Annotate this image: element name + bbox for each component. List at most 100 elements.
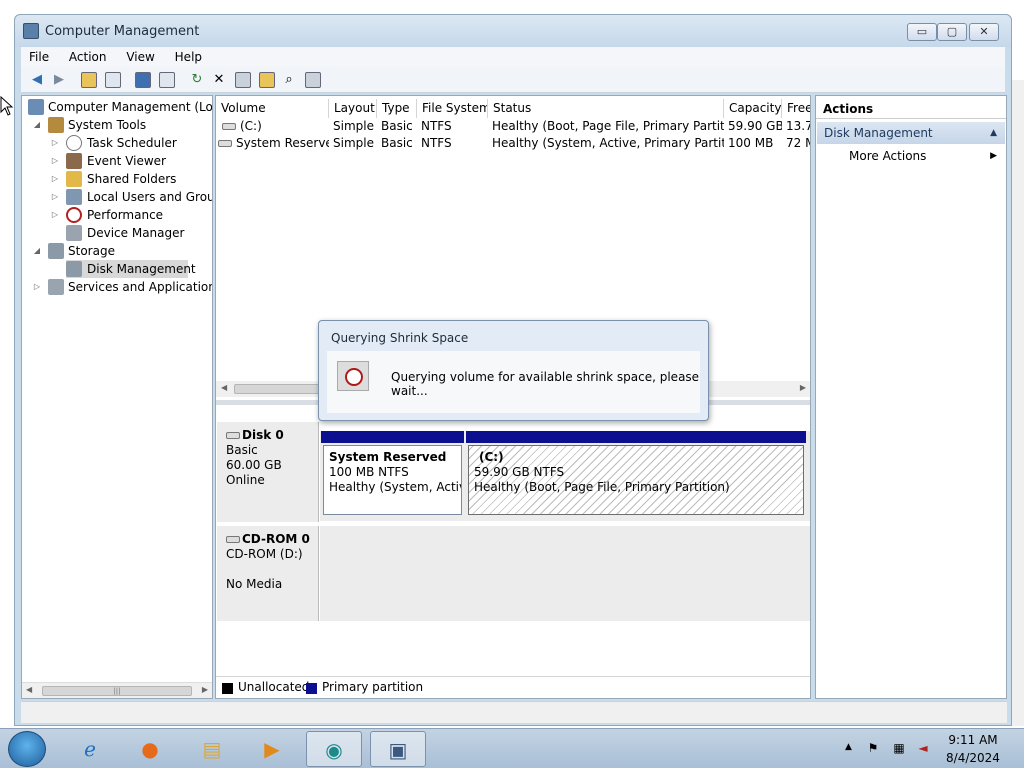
column-header-status[interactable]: Status — [488, 99, 724, 118]
start-button[interactable] — [8, 731, 46, 767]
storage-icon — [48, 243, 64, 259]
tree-item-device-manager[interactable]: Device Manager — [24, 224, 212, 242]
column-header-capacity[interactable]: Capacity — [724, 99, 782, 118]
column-header-free[interactable]: Free — [782, 99, 810, 118]
expand-toggle-icon[interactable]: ▷ — [50, 206, 60, 224]
tree-item-storage[interactable]: ◢ Storage — [24, 242, 212, 260]
column-header-volume[interactable]: Volume — [216, 99, 329, 118]
tree-item-label: Task Scheduler — [87, 136, 177, 150]
table-row[interactable]: System Reserved Simple Basic NTFS Health… — [216, 135, 810, 152]
tree-item-task-scheduler[interactable]: ▷ Task Scheduler — [24, 134, 212, 152]
disk-size: 60.00 GB — [226, 458, 282, 472]
open-icon[interactable] — [257, 70, 277, 90]
collapse-toggle-icon[interactable]: ◢ — [32, 242, 42, 260]
menu-file[interactable]: File — [21, 47, 57, 67]
tree-horizontal-scrollbar[interactable]: ◀ ||| ▶ — [22, 682, 212, 698]
status-bar — [21, 701, 1007, 723]
title-bar[interactable]: Computer Management ▭ ▢ ✕ — [15, 15, 1011, 47]
partition-status: Healthy (System, Active, — [329, 480, 461, 494]
search-icon[interactable]: ⌕ — [279, 70, 299, 90]
media-player-icon[interactable]: ▶ — [244, 731, 300, 767]
maximize-button[interactable]: ▢ — [937, 23, 967, 41]
tree-item-disk-management[interactable]: Disk Management — [66, 260, 196, 278]
minimize-button[interactable]: ▭ — [907, 23, 937, 41]
computer-management-icon[interactable]: ▣ — [370, 731, 426, 767]
file-system-cell: NTFS — [421, 119, 452, 133]
partition-name: System Reserved — [329, 450, 447, 464]
column-header-layout[interactable]: Layout — [329, 99, 377, 118]
expand-toggle-icon[interactable]: ▷ — [50, 170, 60, 188]
firefox-icon[interactable]: ● — [122, 731, 178, 767]
partition-c-drive[interactable]: (C:) 59.90 GB NTFS Healthy (Boot, Page F… — [468, 445, 804, 515]
partition-color-bar — [321, 431, 464, 443]
volume-muted-icon[interactable]: ◄ — [916, 741, 930, 755]
scroll-left-icon[interactable]: ◀ — [26, 685, 32, 694]
properties-icon[interactable] — [233, 70, 253, 90]
up-folder-icon[interactable] — [79, 70, 99, 90]
clock-time[interactable]: 9:11 AM — [938, 733, 1008, 747]
tree-item-services-applications[interactable]: ▷ Services and Applications — [24, 278, 212, 296]
scroll-right-icon[interactable]: ▶ — [800, 383, 806, 392]
show-hide-tree-icon[interactable] — [103, 70, 123, 90]
disk-state: Online — [226, 473, 265, 487]
scroll-right-icon[interactable]: ▶ — [202, 685, 208, 694]
properties-view-icon[interactable] — [157, 70, 177, 90]
computer-management-app-icon — [23, 23, 39, 39]
actions-section-label: Disk Management — [824, 126, 933, 140]
show-hidden-icons-icon[interactable]: ▲ — [845, 742, 852, 752]
disk-type: CD-ROM (D:) — [226, 547, 303, 561]
performance-icon — [66, 207, 82, 223]
partition-system-reserved[interactable]: System Reserved 100 MB NTFS Healthy (Sys… — [323, 445, 462, 515]
clock-date[interactable]: 8/4/2024 — [938, 751, 1008, 765]
tree-item-performance[interactable]: ▷ Performance — [24, 206, 212, 224]
toolbar: ◀ ▶ ↻ ✕ ⌕ — [21, 67, 1005, 93]
cdrom-0-label[interactable]: CD-ROM 0 CD-ROM (D:) No Media — [217, 526, 319, 621]
expand-toggle-icon[interactable]: ▷ — [32, 278, 42, 296]
help-icon[interactable] — [133, 70, 153, 90]
tree-item-computer-management[interactable]: Computer Management (Local — [24, 98, 213, 116]
internet-explorer-icon[interactable]: ℯ — [62, 731, 118, 767]
app-icon[interactable]: ◉ — [306, 731, 362, 767]
column-header-file-system[interactable]: File System — [417, 99, 488, 118]
actions-section-disk-management[interactable]: Disk Management ▲ — [817, 122, 1005, 144]
tree-item-shared-folders[interactable]: ▷ Shared Folders — [24, 170, 212, 188]
expand-toggle-icon[interactable]: ▷ — [50, 152, 60, 170]
disk-state: No Media — [226, 577, 283, 591]
back-arrow-icon[interactable]: ◀ — [27, 70, 47, 90]
file-explorer-icon[interactable]: ▤ — [184, 731, 240, 767]
partition-size: 100 MB NTFS — [329, 465, 409, 479]
scroll-left-icon[interactable]: ◀ — [221, 383, 227, 392]
close-button[interactable]: ✕ — [969, 23, 999, 41]
menu-view[interactable]: View — [118, 47, 162, 67]
disk-icon — [226, 432, 240, 439]
network-icon[interactable]: ▦ — [892, 741, 906, 755]
free-cell: 72 M — [786, 136, 810, 150]
actions-header: Actions — [816, 99, 1006, 119]
action-center-flag-icon[interactable]: ⚑ — [866, 741, 880, 755]
unallocated-swatch — [222, 683, 233, 694]
collapse-arrow-icon[interactable]: ▲ — [990, 122, 997, 144]
more-actions-item[interactable]: More Actions ▶ — [817, 146, 1005, 166]
clock-icon — [66, 135, 82, 151]
scrollbar-thumb[interactable] — [234, 384, 320, 394]
expand-toggle-icon[interactable]: ▷ — [50, 188, 60, 206]
rescan-icon[interactable] — [303, 70, 323, 90]
scrollbar-thumb[interactable]: ||| — [42, 686, 192, 696]
column-header-type[interactable]: Type — [377, 99, 417, 118]
table-row[interactable]: (C:) Simple Basic NTFS Healthy (Boot, Pa… — [216, 118, 810, 135]
disk-0-label[interactable]: Disk 0 Basic 60.00 GB Online — [217, 422, 319, 522]
tree-item-event-viewer[interactable]: ▷ Event Viewer — [24, 152, 212, 170]
menu-action[interactable]: Action — [61, 47, 115, 67]
tree-item-label: Disk Management — [87, 262, 196, 276]
menu-help[interactable]: Help — [167, 47, 210, 67]
collapse-toggle-icon[interactable]: ◢ — [32, 116, 42, 134]
tree-item-local-users[interactable]: ▷ Local Users and Groups — [24, 188, 212, 206]
forward-arrow-icon[interactable]: ▶ — [49, 70, 69, 90]
primary-partition-swatch — [306, 683, 317, 694]
refresh-icon[interactable]: ↻ — [187, 70, 207, 90]
expand-toggle-icon[interactable]: ▷ — [50, 134, 60, 152]
delete-icon[interactable]: ✕ — [209, 70, 229, 90]
tree-item-system-tools[interactable]: ◢ System Tools — [24, 116, 212, 134]
tree-item-label: Computer Management (Local — [48, 100, 213, 114]
computer-icon — [28, 99, 44, 115]
